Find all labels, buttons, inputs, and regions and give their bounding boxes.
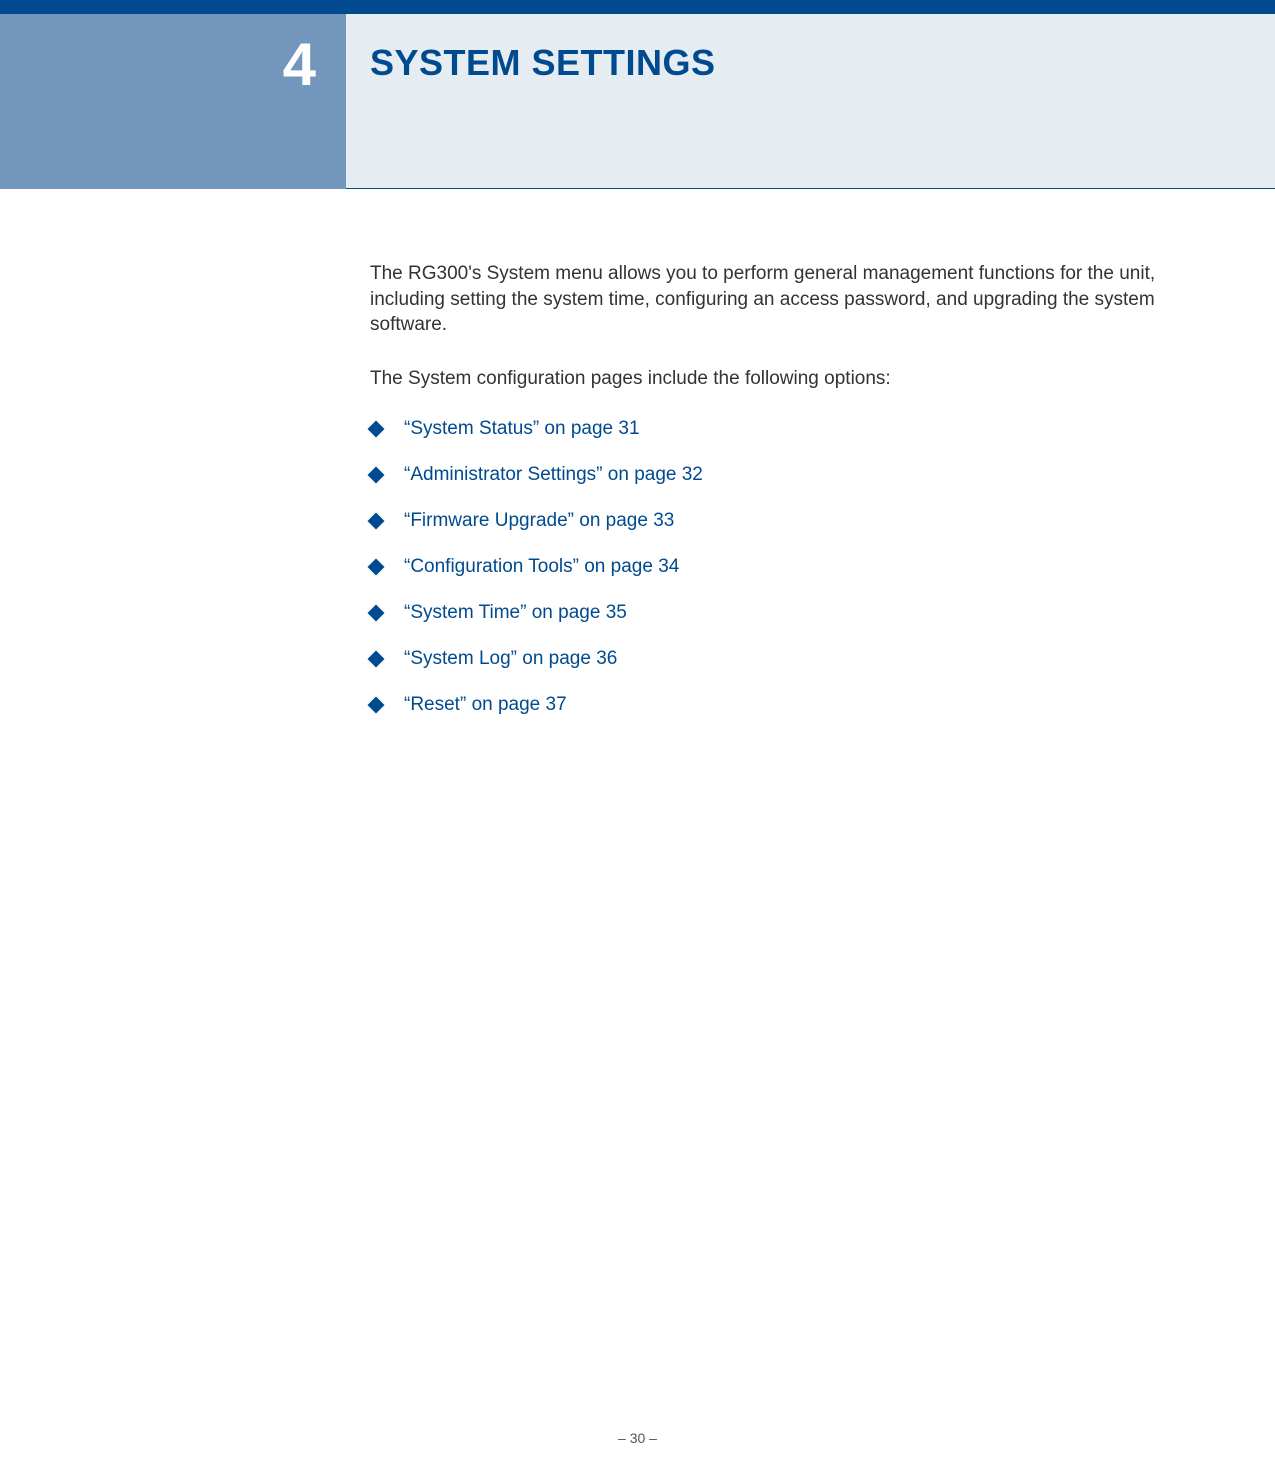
diamond-bullet-icon bbox=[368, 604, 385, 621]
link-system-time[interactable]: “System Time” on page 35 bbox=[404, 602, 627, 624]
list-item: “Reset” on page 37 bbox=[370, 694, 1185, 716]
diamond-bullet-icon bbox=[368, 650, 385, 667]
list-item: “System Status” on page 31 bbox=[370, 418, 1185, 440]
link-system-status[interactable]: “System Status” on page 31 bbox=[404, 418, 640, 440]
top-bar bbox=[0, 0, 1275, 14]
chapter-header: 4 SYSTEM SETTINGS bbox=[0, 14, 1275, 189]
link-system-log[interactable]: “System Log” on page 36 bbox=[404, 648, 617, 670]
link-firmware-upgrade[interactable]: “Firmware Upgrade” on page 33 bbox=[404, 510, 674, 532]
intro-paragraph: The RG300's System menu allows you to pe… bbox=[370, 261, 1185, 338]
list-item: “System Log” on page 36 bbox=[370, 648, 1185, 670]
diamond-bullet-icon bbox=[368, 558, 385, 575]
link-configuration-tools[interactable]: “Configuration Tools” on page 34 bbox=[404, 556, 679, 578]
link-reset[interactable]: “Reset” on page 37 bbox=[404, 694, 567, 716]
options-intro: The System configuration pages include t… bbox=[370, 366, 1185, 392]
diamond-bullet-icon bbox=[368, 420, 385, 437]
link-administrator-settings[interactable]: “Administrator Settings” on page 32 bbox=[404, 464, 703, 486]
link-list: “System Status” on page 31 “Administrato… bbox=[370, 418, 1185, 716]
chapter-number-box: 4 bbox=[0, 14, 346, 189]
diamond-bullet-icon bbox=[368, 466, 385, 483]
diamond-bullet-icon bbox=[368, 696, 385, 713]
list-item: “Configuration Tools” on page 34 bbox=[370, 556, 1185, 578]
chapter-title: SYSTEM SETTINGS bbox=[370, 42, 716, 84]
list-item: “Administrator Settings” on page 32 bbox=[370, 464, 1185, 486]
chapter-number: 4 bbox=[283, 30, 316, 99]
chapter-title-box: SYSTEM SETTINGS bbox=[346, 14, 1275, 189]
page-footer: – 30 – bbox=[0, 1430, 1275, 1446]
diamond-bullet-icon bbox=[368, 512, 385, 529]
content-body: The RG300's System menu allows you to pe… bbox=[0, 189, 1275, 716]
page-number: – 30 – bbox=[618, 1430, 657, 1446]
list-item: “Firmware Upgrade” on page 33 bbox=[370, 510, 1185, 532]
list-item: “System Time” on page 35 bbox=[370, 602, 1185, 624]
